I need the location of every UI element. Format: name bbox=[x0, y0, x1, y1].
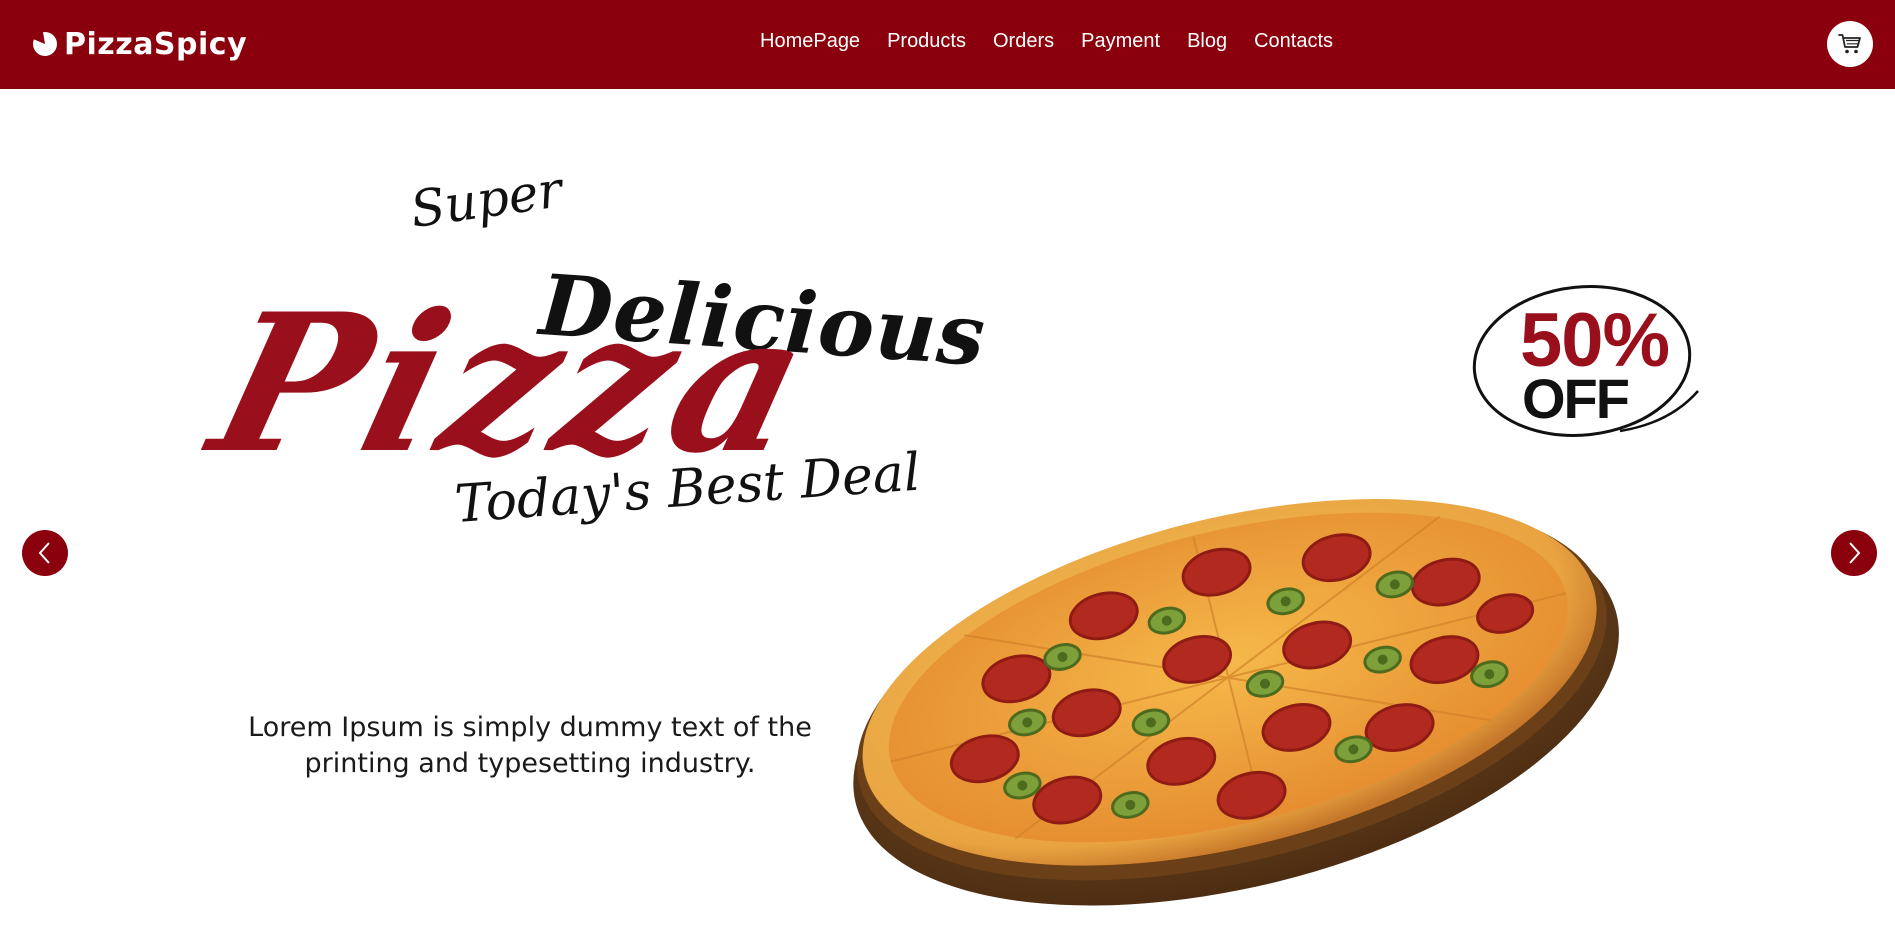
pizza-slice-icon bbox=[33, 32, 57, 56]
slider-next-button[interactable] bbox=[1831, 530, 1877, 576]
pizza-illustration bbox=[853, 499, 1619, 906]
pizza-image bbox=[826, 477, 1638, 907]
nav-products[interactable]: Products bbox=[887, 30, 966, 53]
main-nav: HomePage Products Orders Payment Blog Co… bbox=[760, 30, 1333, 53]
hero-slider: Super Delicious Pizza Today's Best Deal … bbox=[0, 89, 1895, 935]
hero-description: Lorem Ipsum is simply dummy text of the … bbox=[248, 712, 812, 779]
slider-prev-button[interactable] bbox=[22, 530, 68, 576]
brand-name: PizzaSpicy bbox=[64, 26, 248, 62]
nav-orders[interactable]: Orders bbox=[993, 30, 1054, 53]
chevron-left-icon bbox=[38, 542, 50, 564]
nav-payment[interactable]: Payment bbox=[1081, 30, 1160, 53]
brand-logo[interactable]: PizzaSpicy bbox=[30, 24, 247, 64]
cart-button[interactable] bbox=[1827, 21, 1873, 67]
discount-off-label: OFF bbox=[1522, 367, 1630, 430]
nav-blog[interactable]: Blog bbox=[1187, 30, 1227, 53]
top-navbar: PizzaSpicy HomePage Products Orders Paym… bbox=[0, 0, 1895, 89]
headline-pizza: Pizza bbox=[194, 272, 834, 495]
chevron-right-icon bbox=[1849, 542, 1861, 564]
nav-homepage[interactable]: HomePage bbox=[760, 30, 860, 53]
nav-contacts[interactable]: Contacts bbox=[1254, 30, 1333, 53]
headline-super: Super bbox=[406, 160, 566, 239]
shopping-cart-icon bbox=[1838, 34, 1861, 54]
discount-badge: 50% OFF bbox=[1470, 281, 1700, 441]
